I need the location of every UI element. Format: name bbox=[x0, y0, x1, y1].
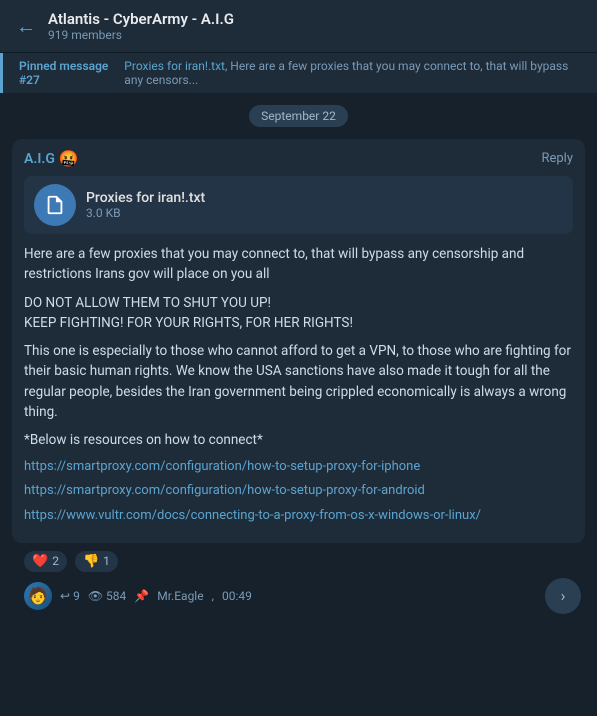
file-size: 3.0 KB bbox=[86, 206, 205, 220]
reactions-row: ❤️ 2 👎 1 bbox=[12, 543, 585, 576]
reaction-thumbdown[interactable]: 👎 1 bbox=[75, 551, 118, 572]
footer-author: Mr.Eagle bbox=[157, 589, 203, 603]
paragraph-2: DO NOT ALLOW THEM TO SHUT YOU UP!KEEP FI… bbox=[24, 293, 573, 334]
sender-name: A.I.G bbox=[24, 151, 55, 167]
pinned-highlight: Proxies for iran!.txt, bbox=[124, 59, 227, 73]
reply-icon: ↩ bbox=[60, 589, 70, 603]
date-divider: September 22 bbox=[0, 93, 597, 139]
file-icon bbox=[34, 184, 76, 226]
reply-count: 9 bbox=[73, 589, 80, 603]
back-button[interactable]: ← bbox=[16, 14, 36, 39]
date-pill: September 22 bbox=[249, 105, 348, 127]
file-info: Proxies for iran!.txt 3.0 KB bbox=[86, 190, 205, 220]
heart-count: 2 bbox=[52, 554, 59, 568]
message-bubble: A.I.G 🤬 Reply Proxies for iran!.txt 3.0 … bbox=[12, 139, 585, 543]
reaction-heart[interactable]: ❤️ 2 bbox=[24, 551, 67, 572]
sender-emoji: 🤬 bbox=[59, 149, 79, 168]
thumbdown-emoji: 👎 bbox=[83, 554, 99, 569]
view-count: 584 bbox=[106, 589, 126, 603]
paragraph-1: Here are a few proxies that you may conn… bbox=[24, 244, 573, 285]
footer-bar: 🧑 ↩ 9 👁 584 📌 Mr.Eagle , 00:49 bbox=[12, 576, 264, 616]
footer-time: 00:49 bbox=[222, 589, 252, 603]
avatar-icon: 🧑 bbox=[28, 586, 48, 605]
footer-separator: , bbox=[212, 589, 214, 603]
next-icon: › bbox=[561, 586, 566, 605]
reply-stat: ↩ 9 bbox=[60, 589, 80, 603]
member-count: 919 members bbox=[48, 28, 234, 42]
link-2[interactable]: https://smartproxy.com/configuration/how… bbox=[24, 482, 573, 500]
file-attachment[interactable]: Proxies for iran!.txt 3.0 KB bbox=[24, 176, 573, 234]
view-stat: 👁 584 bbox=[88, 589, 126, 603]
file-name: Proxies for iran!.txt bbox=[86, 190, 205, 206]
link-3[interactable]: https://www.vultr.com/docs/connecting-to… bbox=[24, 507, 573, 525]
message-body: Here are a few proxies that you may conn… bbox=[24, 244, 573, 525]
link-1[interactable]: https://smartproxy.com/configuration/how… bbox=[24, 458, 573, 476]
header: ← Atlantis - CyberArmy - A.I.G 919 membe… bbox=[0, 0, 597, 53]
message-container: A.I.G 🤬 Reply Proxies for iran!.txt 3.0 … bbox=[0, 139, 597, 624]
reply-button[interactable]: Reply bbox=[541, 151, 573, 166]
thumbdown-count: 1 bbox=[103, 554, 110, 568]
footer-avatar: 🧑 bbox=[24, 582, 52, 610]
next-button[interactable]: › bbox=[545, 578, 581, 614]
pinned-text: Proxies for iran!.txt, Here are a few pr… bbox=[124, 59, 581, 87]
pinned-label: Pinned message #27 bbox=[19, 59, 118, 87]
paragraph-3: This one is especially to those who cann… bbox=[24, 341, 573, 422]
header-info: Atlantis - CyberArmy - A.I.G 919 members bbox=[48, 10, 234, 42]
pin-icon: 📌 bbox=[134, 589, 149, 603]
message-footer: 🧑 ↩ 9 👁 584 📌 Mr.Eagle , 00:49 › bbox=[12, 576, 585, 616]
pinned-message-bar[interactable]: Pinned message #27 Proxies for iran!.txt… bbox=[0, 53, 597, 93]
message-header: A.I.G 🤬 Reply bbox=[24, 149, 573, 168]
channel-title: Atlantis - CyberArmy - A.I.G bbox=[48, 10, 234, 28]
heart-emoji: ❤️ bbox=[32, 554, 48, 569]
eye-icon: 👁 bbox=[88, 589, 103, 603]
paragraph-4: *Below is resources on how to connect* bbox=[24, 430, 573, 450]
pin-stat: 📌 bbox=[134, 589, 149, 603]
